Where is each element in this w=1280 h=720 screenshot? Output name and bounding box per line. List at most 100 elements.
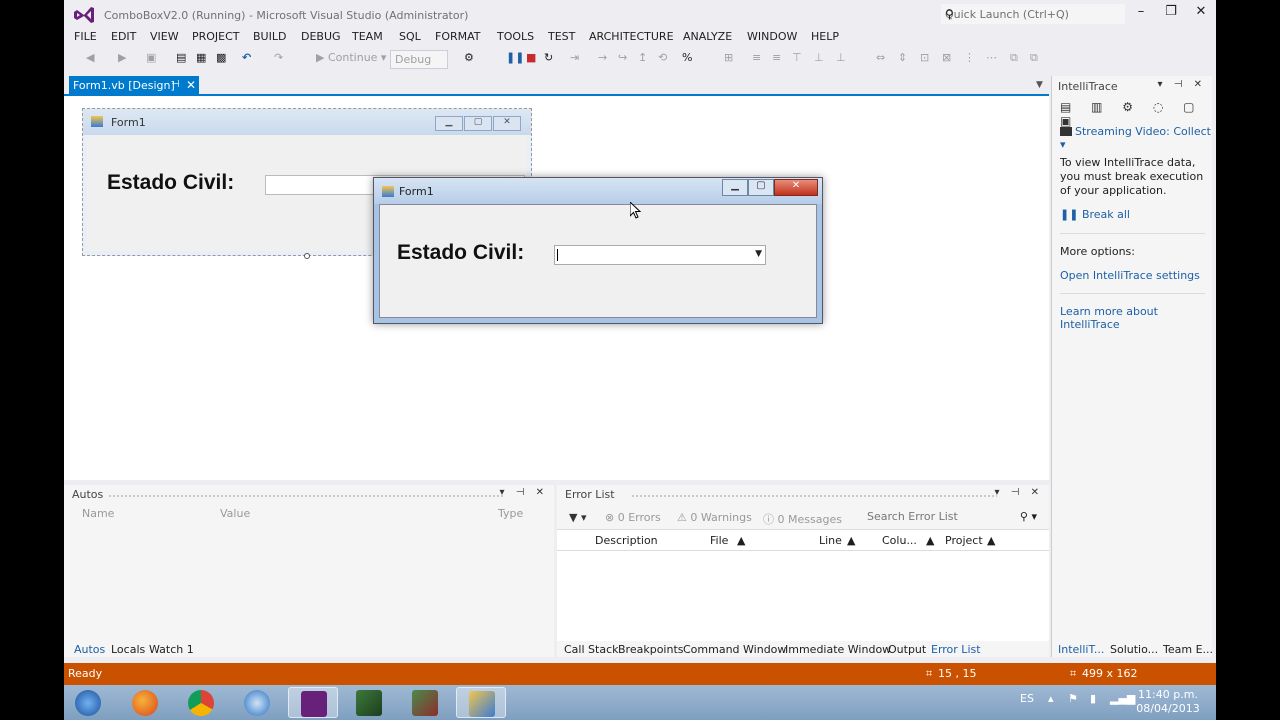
make-same-height-icon[interactable]: ⇕ <box>898 51 907 64</box>
make-same-width-icon[interactable]: ⇔ <box>876 51 885 64</box>
align-bottoms-icon[interactable]: ⊥ <box>836 51 846 64</box>
close-button[interactable]: ✕ <box>1186 4 1216 22</box>
tab-team-explorer[interactable]: Team E... <box>1163 643 1213 656</box>
back-icon[interactable]: ◀ <box>86 51 94 64</box>
running-maximize-button[interactable]: ▢ <box>748 179 774 196</box>
show-next-statement-icon[interactable]: ⇥ <box>570 51 579 64</box>
align-middles-icon[interactable]: ⊥ <box>814 51 824 64</box>
active-files-dropdown-icon[interactable]: ▼ <box>1036 80 1043 90</box>
pin-icon[interactable]: ⊣ <box>171 79 180 90</box>
resize-handle[interactable] <box>304 253 310 259</box>
tab-solution-explorer[interactable]: Solutio... <box>1110 643 1158 656</box>
intellitrace-panel-buttons[interactable]: ▾ ⊣ ✕ <box>1158 79 1206 90</box>
tab-watch-1[interactable]: Watch 1 <box>149 643 194 656</box>
autos-col-name[interactable]: Name <box>82 507 114 520</box>
menu-sql[interactable]: SQL <box>399 30 421 43</box>
menu-architecture[interactable]: ARCHITECTURE <box>589 30 674 43</box>
tab-command-window[interactable]: Command Window <box>683 643 786 656</box>
align-lefts-icon[interactable]: ⊞ <box>724 51 733 64</box>
menu-file[interactable]: FILE <box>74 30 97 43</box>
tab-breakpoints[interactable]: Breakpoints <box>618 643 684 656</box>
taskbar-chrome[interactable] <box>176 687 226 718</box>
estado-civil-combobox[interactable]: ▼ <box>554 245 766 265</box>
break-all-link[interactable]: ❚❚ Break all <box>1060 208 1130 221</box>
col-project[interactable]: Project <box>945 534 983 547</box>
running-minimize-button[interactable]: ▁ <box>722 179 748 196</box>
autos-col-type[interactable]: Type <box>498 507 523 520</box>
menu-help[interactable]: HELP <box>811 30 839 43</box>
menu-analyze[interactable]: ANALYZE <box>683 30 732 43</box>
chevron-down-icon[interactable]: ▼ <box>755 249 762 259</box>
save-all-icon[interactable]: ▩ <box>216 51 226 64</box>
start-button[interactable] <box>66 687 110 718</box>
filter-icon[interactable]: ▼ ▾ <box>569 511 586 524</box>
configuration-dropdown[interactable]: Debug <box>390 50 448 69</box>
open-intellitrace-settings-link[interactable]: Open IntelliTrace settings <box>1060 269 1200 282</box>
continue-button[interactable]: ▶ Continue ▾ <box>316 51 386 64</box>
taskbar-clock[interactable]: 11:40 p.m. 08/04/2013 <box>1136 688 1200 716</box>
language-indicator[interactable]: ES <box>1020 692 1034 705</box>
tab-call-stack[interactable]: Call Stack <box>564 643 618 656</box>
taskbar-form1[interactable] <box>456 687 506 718</box>
menu-format[interactable]: FORMAT <box>435 30 481 43</box>
power-icon[interactable]: ▮ <box>1090 692 1096 705</box>
undo-icon[interactable]: ↶ <box>242 51 251 64</box>
search-error-list-input[interactable]: Search Error List ⚲ ▾ <box>863 508 1043 527</box>
menu-debug[interactable]: DEBUG <box>301 30 341 43</box>
menu-view[interactable]: VIEW <box>150 30 179 43</box>
taskbar-app-6[interactable] <box>400 687 450 718</box>
tab-autos[interactable]: Autos <box>74 643 105 656</box>
stop-debugging-icon[interactable]: ■ <box>526 51 536 64</box>
streaming-video-dropdown[interactable]: Streaming Video: Collect ▾ <box>1060 125 1212 151</box>
warnings-filter-button[interactable]: ⚠ 0 Warnings <box>677 511 752 524</box>
menu-build[interactable]: BUILD <box>253 30 286 43</box>
error-list-panel-buttons[interactable]: ▾ ⊣ ✕ <box>995 487 1043 498</box>
messages-filter-button[interactable]: ⓘ 0 Messages <box>763 511 842 527</box>
new-project-icon[interactable]: ▣ <box>146 51 156 64</box>
forward-icon[interactable]: ▶ <box>118 51 126 64</box>
menu-window[interactable]: WINDOW <box>747 30 797 43</box>
col-description[interactable]: Description <box>595 534 658 547</box>
send-to-back-icon[interactable]: ⧉ <box>1030 51 1038 65</box>
col-file[interactable]: File <box>710 534 728 547</box>
autos-panel-buttons[interactable]: ▾ ⊣ ✕ <box>500 487 548 498</box>
learn-more-link[interactable]: Learn more about IntelliTrace <box>1060 305 1212 331</box>
make-same-size-icon[interactable]: ⊠ <box>942 51 951 64</box>
action-center-icon[interactable]: ⚑ <box>1068 692 1078 705</box>
menu-test[interactable]: TEST <box>548 30 575 43</box>
align-tops-icon[interactable]: ⊤ <box>792 51 802 64</box>
tab-immediate-window[interactable]: Immediate Window <box>785 643 891 656</box>
attach-process-icon[interactable]: ⚙ <box>464 51 474 64</box>
horizontal-spacing-icon[interactable]: ⋮ <box>964 51 975 64</box>
running-form1-window[interactable]: Form1 ▁ ▢ ✕ Estado Civil: ▼ <box>373 177 823 324</box>
menu-edit[interactable]: EDIT <box>111 30 136 43</box>
taskbar-app-5[interactable] <box>344 687 394 718</box>
tab-form1-design[interactable]: Form1.vb [Design] ⊣ ✕ <box>69 76 199 94</box>
network-icon[interactable]: ▂▄▆ <box>1110 692 1135 705</box>
step-into-icon[interactable]: → <box>598 51 607 64</box>
taskbar-visual-studio[interactable] <box>288 687 338 718</box>
menu-project[interactable]: PROJECT <box>192 30 240 43</box>
align-centers-icon[interactable]: ≡ <box>752 51 761 64</box>
maximize-button[interactable]: ❐ <box>1156 4 1186 22</box>
step-over-icon[interactable]: ↪ <box>618 51 627 64</box>
bring-to-front-icon[interactable]: ⧉ <box>1010 51 1018 65</box>
col-column[interactable]: Colu... <box>882 534 917 547</box>
errors-filter-button[interactable]: ⊗ 0 Errors <box>605 511 661 524</box>
tab-error-list[interactable]: Error List <box>931 643 981 656</box>
hex-display-icon[interactable]: ⟲ <box>658 51 667 64</box>
step-out-icon[interactable]: ↥ <box>638 51 647 64</box>
vertical-spacing-icon[interactable]: ⋯ <box>986 51 997 64</box>
col-line[interactable]: Line <box>819 534 842 547</box>
restart-icon[interactable]: ↻ <box>544 51 553 64</box>
menu-tools[interactable]: TOOLS <box>497 30 534 43</box>
tab-locals[interactable]: Locals <box>111 643 145 656</box>
open-file-icon[interactable]: ▤ <box>176 51 186 64</box>
intellitrace-toolbar[interactable]: ▤ ▥ ⚙ ◌ ▢ ▣ <box>1060 100 1212 128</box>
size-to-grid-icon[interactable]: ⊡ <box>920 51 929 64</box>
running-close-button[interactable]: ✕ <box>774 179 818 196</box>
close-tab-icon[interactable]: ✕ <box>186 78 196 92</box>
design-estado-civil-label[interactable]: Estado Civil: <box>107 171 234 195</box>
save-icon[interactable]: ▦ <box>196 51 206 64</box>
tab-intellitrace[interactable]: IntelliT... <box>1058 643 1104 656</box>
